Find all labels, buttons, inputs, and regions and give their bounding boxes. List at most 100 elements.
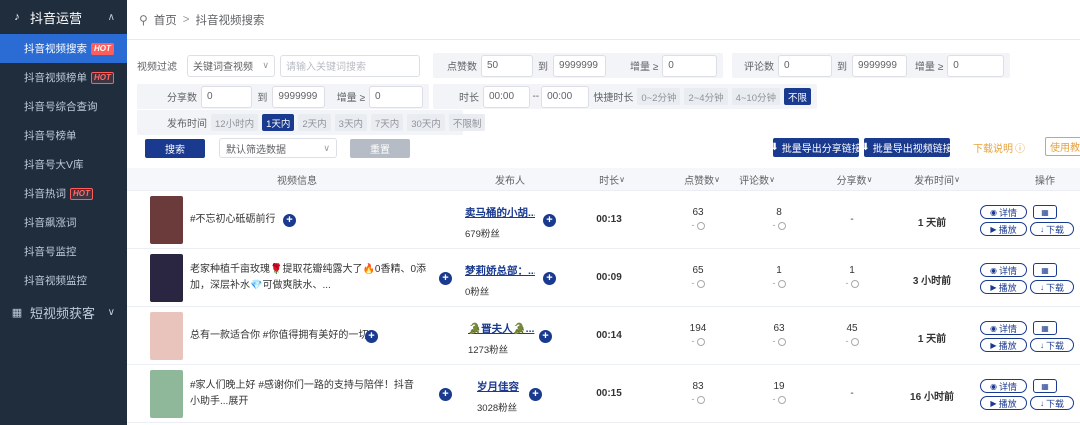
breadcrumb-home[interactable]: 首页 xyxy=(154,12,177,28)
sidebar-item[interactable]: 抖音热词 HOT xyxy=(0,179,127,208)
sidebar-item[interactable]: 抖音视频搜索 HOT xyxy=(0,34,127,63)
video-thumbnail[interactable] xyxy=(150,196,183,244)
download-button[interactable]: ↓ 下载 xyxy=(1030,222,1074,236)
header-duration-label: 时长 xyxy=(599,176,620,187)
play-button[interactable]: ▶ 播放 xyxy=(980,280,1027,294)
video-title: #不忘初心砥砺前行 xyxy=(190,214,276,225)
sidebar-item[interactable]: 抖音号榜单 xyxy=(0,121,127,150)
sidebar-item[interactable]: 抖音飙涨词 xyxy=(0,208,127,237)
play-button[interactable]: ▶ 播放 xyxy=(980,222,1027,236)
add-publisher-button[interactable]: + xyxy=(543,214,556,227)
likes-delta-value: - xyxy=(691,220,695,230)
comments-min-input[interactable]: 0 xyxy=(778,54,832,77)
likes-min-input[interactable]: 50 xyxy=(481,54,534,77)
likes-max-input[interactable]: 9999999 xyxy=(553,54,606,77)
publisher-fans: 3028粉丝 xyxy=(477,403,518,414)
sidebar-group-label: 抖音运营 xyxy=(30,10,83,26)
comments-increment-label: 增量 ≥ xyxy=(914,62,944,73)
add-publisher-button[interactable]: + xyxy=(529,388,542,401)
publish-time-chip[interactable]: 12小时内 xyxy=(211,114,259,131)
quick-duration-chip[interactable]: 4~10分钟 xyxy=(731,88,780,105)
play-button[interactable]: ▶ 播放 xyxy=(980,396,1027,410)
search-button[interactable]: 搜索 xyxy=(145,139,205,158)
qrcode-button[interactable]: ▦ xyxy=(1033,205,1057,219)
sidebar-item[interactable]: 抖音号监控 xyxy=(0,237,127,266)
add-video-button[interactable]: + xyxy=(439,388,452,401)
quick-duration-chip[interactable]: 0~2分钟 xyxy=(637,88,681,105)
duration-min-input[interactable]: 00:00 xyxy=(483,85,531,108)
detail-button[interactable]: ◉ 详情 xyxy=(980,205,1027,219)
comments-value: 8 xyxy=(776,207,782,218)
add-video-button[interactable]: + xyxy=(439,272,452,285)
grid-icon: ▦ xyxy=(11,306,23,319)
likes-delta: - xyxy=(668,336,728,346)
comments-label: 评论数 xyxy=(744,62,774,73)
header-publisher: 发布人 xyxy=(495,176,525,187)
add-publisher-button[interactable]: + xyxy=(543,272,556,285)
detail-button[interactable]: ◉ 详情 xyxy=(980,321,1027,335)
publish-time-chip[interactable]: 不限制 xyxy=(448,114,486,131)
qrcode-button[interactable]: ▦ xyxy=(1033,379,1057,393)
sidebar-group-douyin[interactable]: ♪ 抖音运营 ∧ xyxy=(0,0,127,34)
eye-icon: ◉ xyxy=(990,323,997,333)
detail-button[interactable]: ◉ 详情 xyxy=(980,379,1027,393)
video-thumbnail[interactable] xyxy=(150,312,183,360)
publish-time-chip[interactable]: 30天内 xyxy=(407,114,445,131)
likes-increment-input[interactable]: 0 xyxy=(662,54,717,77)
download-button[interactable]: ↓ 下载 xyxy=(1030,280,1074,294)
header-comments[interactable]: 评论数 ∨ xyxy=(732,168,782,191)
header-publish-time[interactable]: 发布时间 ∨ xyxy=(907,168,967,191)
comments-max-input[interactable]: 9999999 xyxy=(852,54,907,77)
download-button[interactable]: ↓ 下载 xyxy=(1030,396,1074,410)
tutorial-button[interactable]: 使用教 xyxy=(1045,137,1080,156)
breadcrumb-separator: > xyxy=(182,13,190,26)
add-publisher-button[interactable]: + xyxy=(539,330,552,343)
likes-delta-value: - xyxy=(691,394,695,404)
quick-duration-chip[interactable]: 2~4分钟 xyxy=(684,88,728,105)
hot-badge: HOT xyxy=(91,42,114,55)
shares-max-input[interactable]: 9999999 xyxy=(272,85,325,108)
add-video-button[interactable]: + xyxy=(283,214,296,227)
header-likes[interactable]: 点赞数 ∨ xyxy=(677,168,727,191)
publish-time-chip[interactable]: 1天内 xyxy=(262,114,295,131)
export-video-links-button[interactable]: ⬇ 批量导出视频链接 xyxy=(861,138,953,157)
play-button[interactable]: ▶ 播放 xyxy=(980,338,1027,352)
duration-value: 00:14 xyxy=(596,330,622,341)
qrcode-button[interactable]: ▦ xyxy=(1033,263,1057,277)
sidebar-item[interactable]: 抖音视频监控 xyxy=(0,266,127,295)
sidebar-item[interactable]: 抖音号大V库 xyxy=(0,150,127,179)
default-filter-select[interactable]: 默认筛选数据 ∨ xyxy=(219,138,337,158)
header-shares[interactable]: 分享数 ∨ xyxy=(832,168,877,191)
video-thumbnail[interactable] xyxy=(150,370,183,418)
sidebar-item[interactable]: 抖音视频榜单 HOT xyxy=(0,63,127,92)
publisher-name[interactable]: 梦莉娇总部：... xyxy=(465,263,535,278)
export-share-links-button[interactable]: ⬇ 批量导出分享链接 xyxy=(770,138,862,157)
publisher-name[interactable]: 卖马桶的小胡... xyxy=(465,205,535,220)
download-button[interactable]: ↓ 下载 xyxy=(1030,338,1074,352)
keyword-mode-select[interactable]: 关键词查视频 ∨ xyxy=(187,54,275,77)
reset-button[interactable]: 重置 xyxy=(350,139,410,158)
qrcode-button[interactable]: ▦ xyxy=(1033,321,1057,335)
shares-min-input[interactable]: 0 xyxy=(201,85,253,108)
publisher-name[interactable]: 🐊晋夫人🐊... xyxy=(468,321,538,336)
sidebar-item[interactable]: 抖音号综合查询 xyxy=(0,92,127,121)
publish-time-chip[interactable]: 7天内 xyxy=(370,114,404,131)
detail-button[interactable]: ◉ 详情 xyxy=(980,263,1027,277)
chevron-down-icon: ∨ xyxy=(714,175,720,184)
sidebar-item-label: 抖音视频搜索 xyxy=(24,43,87,55)
add-video-button[interactable]: + xyxy=(365,330,378,343)
video-title: #家人们晚上好 #感谢你们一路的支持与陪伴！抖音小助手...展开 xyxy=(190,380,414,407)
publish-time-chip[interactable]: 3天内 xyxy=(334,114,367,131)
download-help-link[interactable]: 下载说明 ⓘ xyxy=(970,138,1028,157)
sidebar-group-short-video[interactable]: ▦ 短视频获客 ∨ xyxy=(0,295,127,329)
quick-duration-chip[interactable]: 不限 xyxy=(783,88,811,105)
shares-increment-input[interactable]: 0 xyxy=(368,85,423,108)
export-video-links-label: 批量导出视频链接 xyxy=(872,144,953,155)
header-duration[interactable]: 时长 ∨ xyxy=(592,168,632,191)
duration-max-input[interactable]: 00:00 xyxy=(541,85,590,108)
video-thumbnail[interactable] xyxy=(150,254,183,302)
publish-time-chip[interactable]: 2天内 xyxy=(298,114,331,131)
keyword-search-input[interactable]: 请输入关键词搜索 xyxy=(280,54,420,77)
comments-increment-input[interactable]: 0 xyxy=(947,54,1004,77)
likes-cell: 194 - xyxy=(668,323,728,346)
